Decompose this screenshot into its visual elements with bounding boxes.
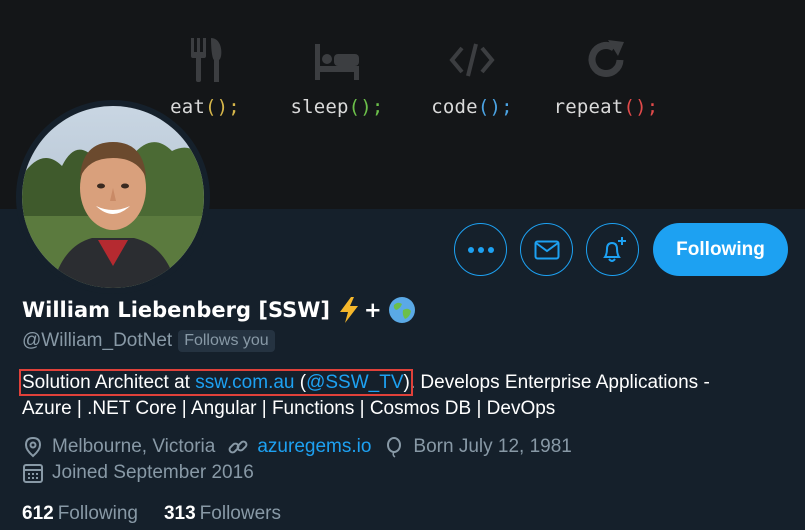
display-name-row: William Liebenberg [SSW] + — [22, 296, 416, 324]
avatar-frame — [16, 100, 210, 294]
code-icon — [449, 43, 495, 77]
banner-text-sleep: sleep(); — [290, 96, 384, 118]
envelope-icon — [534, 240, 559, 259]
bio-text-mid: ( — [294, 372, 307, 393]
followers-stat[interactable]: 313 Followers — [164, 503, 281, 525]
followers-count: 313 — [163, 503, 196, 524]
profile-bio: Solution Architect at ssw.com.au (@SSW_T… — [19, 369, 782, 422]
handle-row: @William_DotNet Follows you — [22, 330, 275, 352]
repeat-icon — [588, 40, 624, 77]
link-icon — [228, 440, 248, 454]
avatar[interactable] — [22, 106, 204, 288]
banner-item-repeat: repeat(); — [536, 34, 676, 118]
following-label: Following — [57, 503, 138, 524]
joined-text: Joined September 2016 — [52, 462, 254, 483]
globe-icon — [388, 296, 416, 324]
avatar-photo — [22, 106, 204, 288]
birthday-text: Born July 12, 1981 — [413, 436, 572, 457]
bed-icon — [315, 44, 359, 80]
banner-item-sleep: sleep(); — [267, 34, 407, 118]
display-name: William Liebenberg [SSW] — [22, 298, 331, 322]
more-options-button[interactable] — [454, 223, 507, 276]
bell-plus-icon — [602, 236, 626, 262]
banner-item-eat: eat(); — [135, 34, 275, 118]
bio-text-prefix: Solution Architect at — [22, 372, 196, 393]
bio-highlight: Solution Architect at ssw.com.au (@SSW_T… — [19, 369, 413, 396]
calendar-icon — [23, 464, 43, 483]
balloon-icon — [387, 437, 402, 458]
banner-text-code: code(); — [431, 96, 513, 118]
profile-joined-row: Joined September 2016 — [22, 462, 266, 484]
birthday-item: Born July 12, 1981 — [383, 436, 572, 458]
name-plus: + — [364, 298, 382, 322]
notifications-button[interactable] — [586, 223, 639, 276]
website-item: azuregems.io — [227, 436, 371, 458]
bio-link-ssw[interactable]: ssw.com.au — [195, 372, 294, 393]
website-link[interactable]: azuregems.io — [257, 436, 371, 458]
following-count: 612 — [22, 503, 54, 524]
joined-item: Joined September 2016 — [22, 462, 254, 484]
location-item: Melbourne, Victoria — [22, 436, 215, 458]
follow-stats: 612 Following 313 Followers — [22, 503, 307, 525]
profile-meta-row: Melbourne, Victoria azuregems.io Born Ju… — [22, 436, 584, 458]
location-pin-icon — [24, 436, 42, 458]
lightning-icon — [338, 297, 360, 323]
user-handle: @William_DotNet — [22, 330, 173, 351]
following-button[interactable]: Following — [653, 223, 788, 276]
bio-link-sswtv[interactable]: @SSW_TV — [306, 372, 403, 393]
banner-item-code: code(); — [402, 34, 542, 118]
follows-you-badge: Follows you — [178, 330, 275, 352]
location-text: Melbourne, Victoria — [52, 436, 216, 457]
utensils-icon — [191, 38, 222, 82]
following-stat[interactable]: 612 Following — [22, 503, 138, 525]
followers-label: Followers — [199, 503, 281, 524]
banner-text-repeat: repeat(); — [553, 96, 659, 118]
bio-text-rest: . Develops Enterprise Applications - — [409, 372, 710, 393]
more-icon — [467, 246, 494, 253]
bio-text-line2: Azure | .NET Core | Angular | Functions … — [22, 398, 556, 419]
message-button[interactable] — [520, 223, 573, 276]
